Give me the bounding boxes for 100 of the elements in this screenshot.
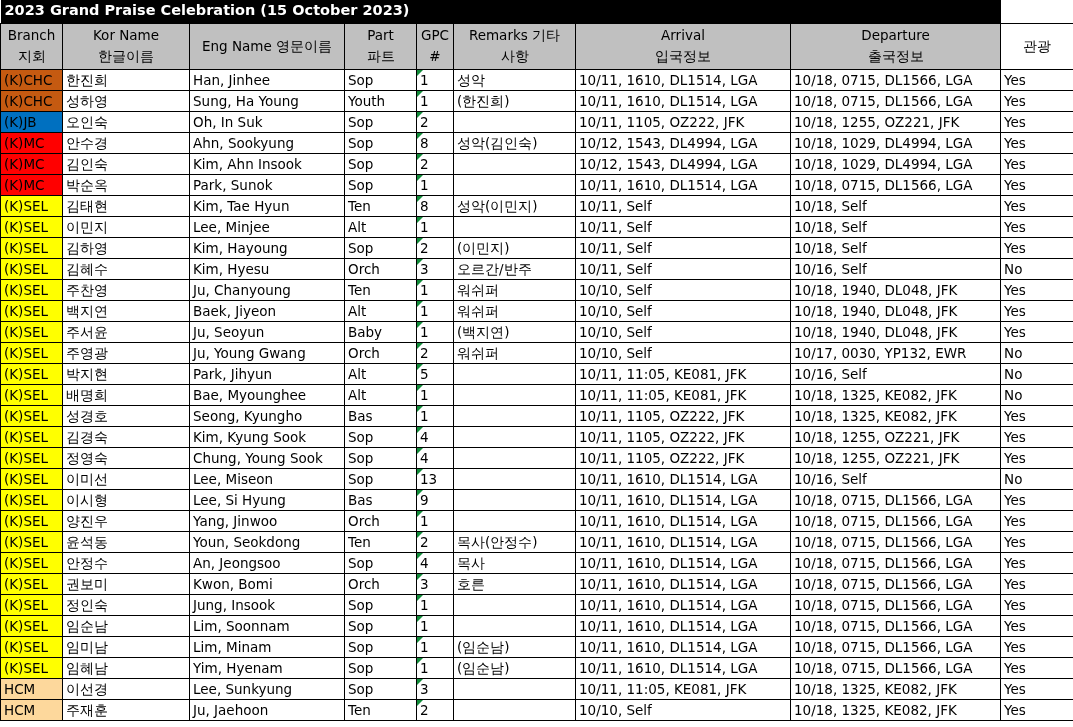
corner-triangle-icon <box>417 90 423 97</box>
table-cell: Kwon, Bomi <box>189 573 345 594</box>
branch-cell: (K)SEL <box>0 531 63 552</box>
table-cell: 임혜남 <box>62 657 190 678</box>
table-cell: (이민지) <box>453 237 576 258</box>
table-cell: Ju, Chanyoung <box>189 279 345 300</box>
branch-cell: (K)CHC <box>0 90 63 111</box>
table-cell: 10/11, 1610, DL1514, LGA <box>575 594 791 615</box>
corner-triangle-icon <box>417 699 423 706</box>
table-cell: 이시형 <box>62 489 190 510</box>
table-cell: Lee, Si Hyung <box>189 489 345 510</box>
table-cell: 배명희 <box>62 384 190 405</box>
table-cell: 1 <box>420 637 429 657</box>
corner-triangle-icon <box>417 153 423 160</box>
corner-triangle-icon <box>417 552 423 559</box>
table-cell: Bas <box>344 405 417 426</box>
table-cell: 1 <box>420 301 429 321</box>
table-cell: 10/10, Self <box>575 342 791 363</box>
table-cell: 10/18, 1255, OZ221, JFK <box>790 426 1001 447</box>
branch-cell: (K)SEL <box>0 279 63 300</box>
branch-cell: (K)SEL <box>0 195 63 216</box>
column-header: Departure 출국정보 <box>790 23 1001 69</box>
corner-triangle-icon <box>417 342 423 349</box>
corner-triangle-icon <box>417 615 423 622</box>
branch-cell: (K)SEL <box>0 468 63 489</box>
corner-triangle-icon <box>417 69 423 76</box>
table-cell: 2 <box>420 112 429 132</box>
table-cell: 정영숙 <box>62 447 190 468</box>
table-cell: 4 <box>420 427 429 447</box>
branch-cell: HCM <box>0 678 63 699</box>
table-cell: 10/11, 11:05, KE081, JFK <box>575 678 791 699</box>
table-cell: Chung, Young Sook <box>189 447 345 468</box>
table-cell: 10/11, 1105, OZ222, JFK <box>575 111 791 132</box>
table-cell: 10/18, 1325, KE082, JFK <box>790 384 1001 405</box>
column-header: Arrival 입국정보 <box>575 23 791 69</box>
table-cell: Ten <box>344 699 417 720</box>
table-cell: 10/18, 1940, DL048, JFK <box>790 279 1001 300</box>
corner-triangle-icon <box>417 132 423 139</box>
table-cell: 10/11, 1105, OZ222, JFK <box>575 447 791 468</box>
table-cell: Orch <box>344 258 417 279</box>
table-cell: 김태현 <box>62 195 190 216</box>
table-cell: 5 <box>420 364 429 384</box>
table-cell: 2 <box>420 532 429 552</box>
table-cell: 목사(안정수) <box>453 531 576 552</box>
corner-triangle-icon <box>417 111 423 118</box>
table-cell: Sop <box>344 594 417 615</box>
table-cell: 오인숙 <box>62 111 190 132</box>
table-cell: 10/10, Self <box>575 279 791 300</box>
table-cell: Sop <box>344 468 417 489</box>
table-cell: 김하영 <box>62 237 190 258</box>
table-cell: Han, Jinhee <box>189 69 345 90</box>
table-cell: Sung, Ha Young <box>189 90 345 111</box>
table-cell: 10/12, 1543, DL4994, LGA <box>575 153 791 174</box>
table-cell: 10/11, 1610, DL1514, LGA <box>575 489 791 510</box>
branch-cell: (K)SEL <box>0 384 63 405</box>
branch-cell: (K)SEL <box>0 300 63 321</box>
column-header: Kor Name 한글이름 <box>62 23 190 69</box>
table-cell: Sop <box>344 678 417 699</box>
table-cell: 8 <box>420 133 429 153</box>
table-cell: Orch <box>344 342 417 363</box>
table-cell: Alt <box>344 216 417 237</box>
table-cell: 10/11, 1610, DL1514, LGA <box>575 615 791 636</box>
column-header: GPC # <box>416 23 454 69</box>
table-cell: 10/18, 1255, OZ221, JFK <box>790 111 1001 132</box>
table-cell: Kim, Tae Hyun <box>189 195 345 216</box>
branch-cell: (K)SEL <box>0 552 63 573</box>
table-cell: 1 <box>420 91 429 111</box>
table-cell: Jung, Insook <box>189 594 345 615</box>
table-cell: 김인숙 <box>62 153 190 174</box>
corner-triangle-icon <box>417 447 423 454</box>
table-cell: 13 <box>420 469 438 489</box>
table-cell: Park, Sunok <box>189 174 345 195</box>
table-cell: Oh, In Suk <box>189 111 345 132</box>
table-cell: Baby <box>344 321 417 342</box>
branch-cell: (K)SEL <box>0 573 63 594</box>
table-cell: 1 <box>420 217 429 237</box>
table-cell: 10/18, 0715, DL1566, LGA <box>790 636 1001 657</box>
branch-cell: (K)SEL <box>0 237 63 258</box>
table-cell: 1 <box>420 322 429 342</box>
branch-cell: (K)MC <box>0 153 63 174</box>
column-header: Eng Name 영문이름 <box>189 23 345 69</box>
table-cell: 성경호 <box>62 405 190 426</box>
table-cell: Sop <box>344 552 417 573</box>
table-cell: 10/11, 1105, OZ222, JFK <box>575 426 791 447</box>
table-cell: Lim, Minam <box>189 636 345 657</box>
table-cell: 김경숙 <box>62 426 190 447</box>
corner-triangle-icon <box>417 489 423 496</box>
table-cell: Ahn, Sookyung <box>189 132 345 153</box>
branch-cell: HCM <box>0 699 63 720</box>
table-cell: 10/11, Self <box>575 237 791 258</box>
table-cell: 10/11, 1610, DL1514, LGA <box>575 573 791 594</box>
branch-cell: (K)SEL <box>0 405 63 426</box>
corner-triangle-icon <box>417 510 423 517</box>
table-cell: (임순남) <box>453 657 576 678</box>
table-cell: 이미선 <box>62 468 190 489</box>
table-cell: 호른 <box>453 573 576 594</box>
table-cell: 10/18, 1029, DL4994, LGA <box>790 132 1001 153</box>
branch-cell: (K)SEL <box>0 489 63 510</box>
table-cell: 10/11, 11:05, KE081, JFK <box>575 384 791 405</box>
table-cell: 10/18, Self <box>790 216 1001 237</box>
